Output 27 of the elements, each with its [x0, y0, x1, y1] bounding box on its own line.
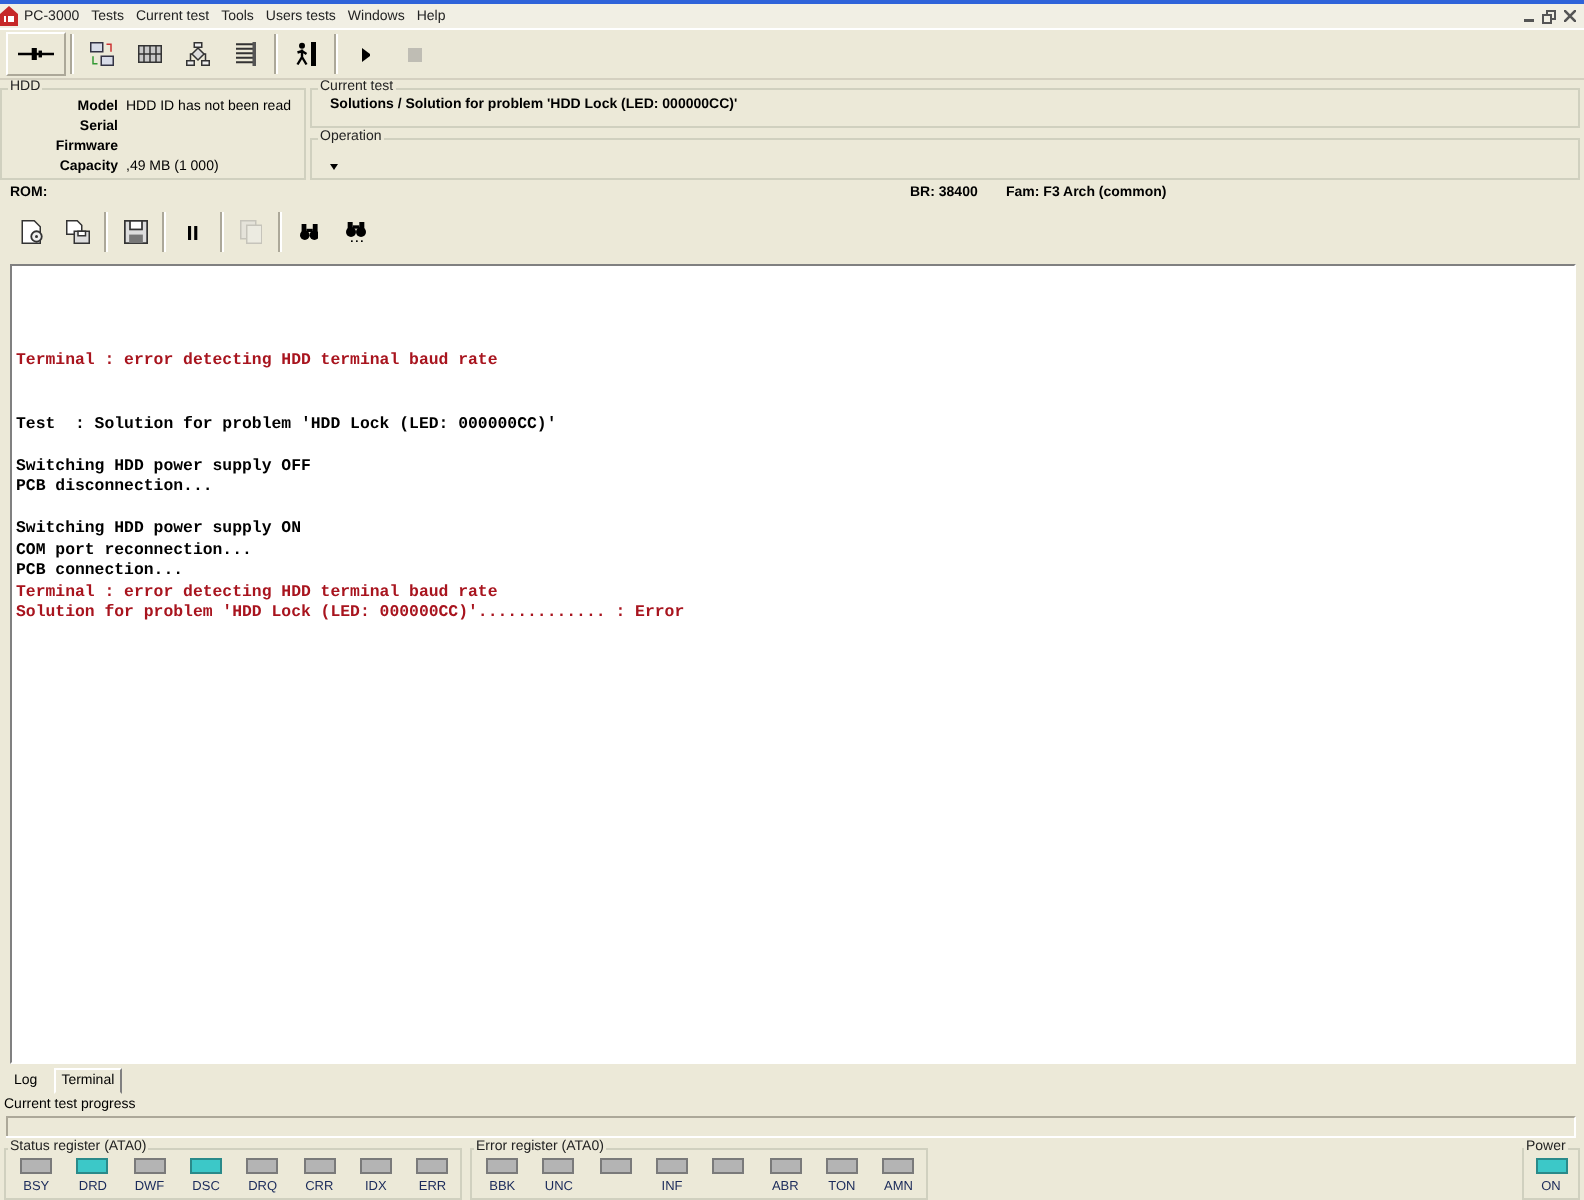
terminal-line: PCB disconnection... — [16, 478, 213, 499]
list-icon — [235, 42, 257, 66]
grid-icon — [138, 42, 162, 66]
save-icon — [123, 220, 147, 244]
person-door-icon — [295, 42, 317, 66]
terminal-line: Terminal : error detecting HDD terminal baud rate — [16, 352, 498, 373]
document-disk-icon — [65, 220, 89, 244]
terminal-line: Solution for problem 'HDD Lock (LED: 000000CC)'............. : Error — [16, 604, 685, 625]
pause-icon — [188, 225, 198, 239]
close-icon[interactable] — [1564, 10, 1576, 22]
terminal-line: Terminal : error detecting HDD terminal baud rate — [16, 583, 498, 604]
binoculars-icon — [299, 224, 319, 240]
restore-icon[interactable] — [1542, 9, 1556, 23]
copy-icon — [239, 220, 263, 244]
connector-icon — [17, 48, 55, 60]
play-icon — [361, 47, 371, 61]
terminal-line: Switching HDD power supply ON — [16, 520, 301, 541]
stop-icon — [407, 47, 421, 61]
caret-icon — [330, 164, 338, 170]
terminal-line: Switching HDD power supply OFF — [16, 457, 311, 478]
binoculars-dots-icon — [345, 222, 365, 242]
terminal-line: Test : Solution for problem 'HDD Lock (LED: 000000CC)' — [16, 415, 557, 436]
terminal-line: PCB connection... — [16, 562, 184, 583]
toolbar-button[interactable] — [6, 32, 66, 76]
network-icon — [186, 42, 210, 66]
terminal-line: COM port reconnection... — [16, 541, 252, 562]
screens-arrows-icon — [90, 42, 114, 66]
